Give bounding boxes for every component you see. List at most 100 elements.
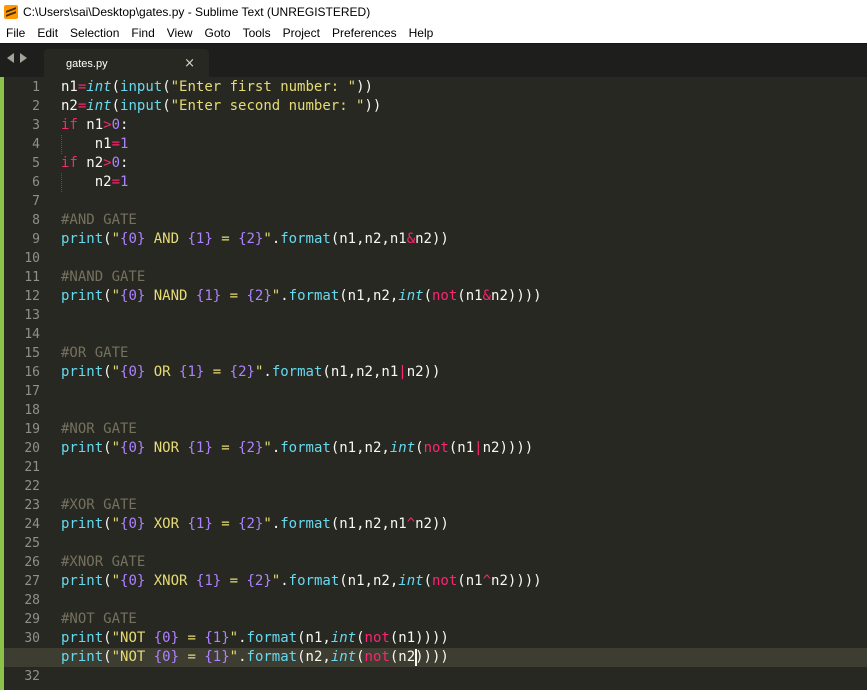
code-line[interactable]: print("NOT {0} = {1}".format(n2,int(not(… (61, 648, 449, 667)
code-token: {2} (229, 364, 255, 380)
code-token: format (246, 630, 298, 646)
code-line[interactable]: if n2>0: (61, 154, 128, 173)
code-token: print (61, 573, 104, 589)
code-token: {2} (246, 573, 272, 589)
code-token: "Enter second number: " (170, 98, 365, 114)
code-token: : (120, 155, 129, 171)
menu-view[interactable]: View (161, 23, 199, 43)
code-token: ( (103, 288, 112, 304)
code-token: . (280, 288, 289, 304)
code-line[interactable]: print("{0} NAND {1} = {2}".format(n1,n2,… (61, 287, 542, 306)
window-title: C:\Users\sai\Desktop\gates.py - Sublime … (23, 4, 371, 19)
code-token: (n1,n2, (339, 288, 399, 304)
code-token: ( (415, 440, 424, 456)
code-token: {0} (120, 231, 146, 247)
code-token: input (120, 79, 163, 95)
code-editor[interactable]: 1 2 3 4 5 6 7 8 9 10 11 12 13 14 15 16 17 18 19 20 21 22 23 24 2… (0, 77, 867, 690)
code-token: = (212, 516, 239, 532)
code-line[interactable]: #NAND GATE (61, 268, 145, 287)
code-line[interactable]: n2=1 (61, 173, 129, 192)
menu-preferences[interactable]: Preferences (326, 23, 403, 43)
code-token: #XOR GATE (61, 497, 137, 513)
code-line[interactable]: #OR GATE (61, 344, 128, 363)
menu-tools[interactable]: Tools (237, 23, 277, 43)
tab-scroll-right-icon[interactable] (20, 53, 27, 63)
code-token: . (238, 630, 247, 646)
code-line[interactable]: #XOR GATE (61, 496, 137, 515)
code-token: {0} (120, 364, 146, 380)
tab-scroll-left-icon[interactable] (7, 53, 14, 63)
code-line[interactable]: if n1>0: (61, 116, 128, 135)
line-number: 29 (24, 612, 40, 627)
code-token: if (61, 117, 78, 133)
code-token: ( (103, 573, 112, 589)
tab-gates-py[interactable]: gates.py × (44, 49, 209, 78)
line-number: 32 (24, 669, 40, 684)
code-line[interactable]: #AND GATE (61, 211, 137, 230)
close-tab-icon[interactable]: × (184, 56, 195, 71)
code-token: int (330, 649, 357, 665)
line-number: 20 (24, 441, 40, 456)
code-token: . (271, 516, 281, 532)
code-token: int (330, 630, 357, 646)
code-token: n1 (61, 79, 78, 95)
code-line[interactable]: print("{0} NOR {1} = {2}".format(n1,n2,i… (61, 439, 533, 458)
code-token: {1} (179, 364, 205, 380)
menu-edit[interactable]: Edit (31, 23, 64, 43)
code-token: {2} (238, 440, 264, 456)
line-number: 5 (32, 156, 40, 171)
code-line[interactable]: print("{0} XNOR {1} = {2}".format(n1,n2,… (61, 572, 542, 591)
code-token: " (111, 516, 121, 532)
code-line[interactable]: #NOR GATE (61, 420, 137, 439)
code-token: (n1,n2, (339, 573, 399, 589)
menu-selection[interactable]: Selection (64, 23, 125, 43)
code-token: n2)) (406, 364, 441, 380)
menu-project[interactable]: Project (277, 23, 326, 43)
line-number: 27 (24, 574, 40, 589)
code-line[interactable]: #NOT GATE (61, 610, 137, 629)
line-number: 1 (32, 80, 40, 95)
code-token: {0} (153, 649, 180, 665)
code-token: > (103, 117, 112, 133)
code-token: not (423, 440, 449, 456)
menu-bar: File Edit Selection Find View Goto Tools Projec… (0, 23, 867, 43)
code-token: (n1 (457, 573, 483, 589)
code-line[interactable]: print("{0} AND {1} = {2}".format(n1,n2,n… (61, 230, 449, 249)
line-number: 26 (24, 555, 40, 570)
line-number: 3 (32, 118, 40, 133)
code-token: ( (103, 516, 112, 532)
code-line[interactable]: n1=1 (61, 135, 129, 154)
code-line[interactable]: n2=int(input("Enter second number: ")) (61, 97, 381, 116)
code-token: {0} (120, 288, 146, 304)
code-token: int (389, 440, 416, 456)
menu-find[interactable]: Find (125, 23, 160, 43)
tab-label: gates.py (66, 57, 108, 70)
line-number: 24 (24, 517, 40, 532)
menu-goto[interactable]: Goto (199, 23, 237, 43)
code-token: (n2, (297, 649, 331, 665)
line-number: 22 (24, 479, 40, 494)
code-token: print (61, 231, 104, 247)
code-token: int (86, 79, 112, 95)
line-number: 9 (32, 232, 40, 247)
code-line[interactable]: #XNOR GATE (61, 553, 145, 572)
code-token: NOR (145, 440, 188, 456)
menu-file[interactable]: File (0, 23, 31, 43)
code-token: " (111, 440, 121, 456)
code-token: (n1,n2, (330, 440, 390, 456)
menu-help[interactable]: Help (403, 23, 440, 43)
code-token: #OR GATE (61, 345, 129, 361)
code-token: )) (364, 98, 382, 114)
line-number: 19 (24, 422, 40, 437)
line-number: 2 (32, 99, 40, 114)
line-number: 28 (24, 593, 40, 608)
code-line[interactable]: print("NOT {0} = {1}".format(n1,int(not(… (61, 629, 449, 648)
code-token: "Enter first number: " (170, 79, 357, 95)
code-token: (n2)))) (389, 649, 449, 665)
code-line[interactable]: n1=int(input("Enter first number: ")) (61, 78, 373, 97)
code-token: ( (162, 79, 171, 95)
code-line[interactable]: print("{0} XOR {1} = {2}".format(n1,n2,n… (61, 515, 449, 534)
code-line[interactable]: print("{0} OR {1} = {2}".format(n1,n2,n1… (61, 363, 440, 382)
code-token: ( (111, 98, 121, 114)
line-number: 13 (24, 308, 40, 323)
